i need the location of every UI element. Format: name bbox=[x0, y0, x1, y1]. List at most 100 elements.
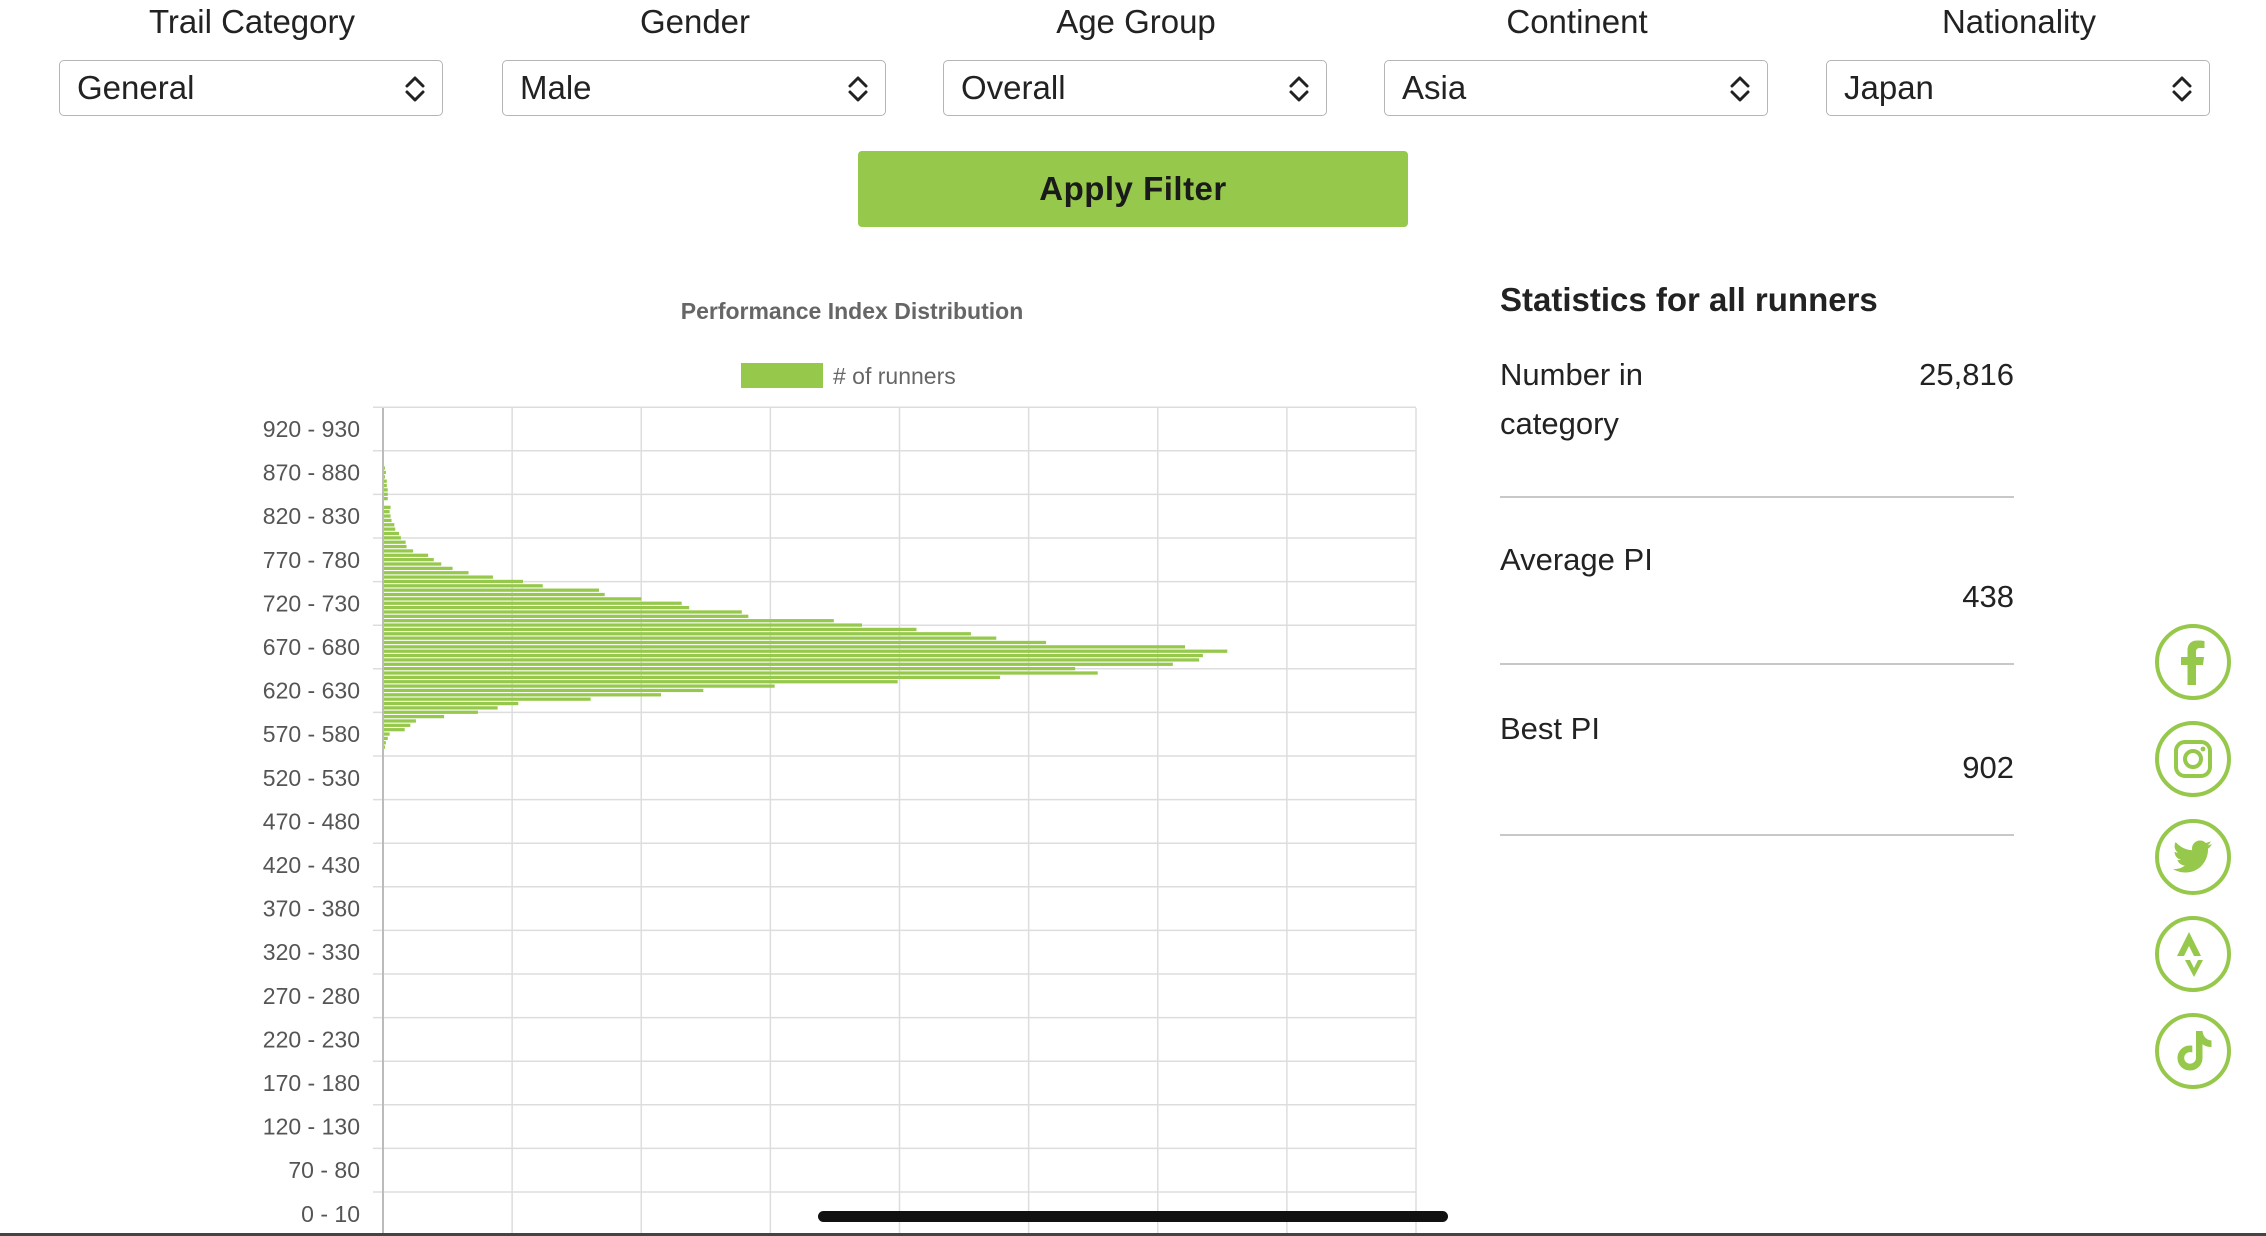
age-group-filter: Age Group Overall bbox=[943, 0, 1329, 116]
chart-title: Performance Index Distribution bbox=[681, 298, 1024, 324]
bar-260-270 bbox=[384, 714, 445, 719]
bar-310-320 bbox=[384, 693, 662, 697]
twitter-icon[interactable] bbox=[2154, 818, 2232, 896]
y-tick-label: 470 - 480 bbox=[263, 808, 360, 834]
bar-710-720 bbox=[384, 518, 392, 523]
bar-810-820 bbox=[384, 475, 385, 479]
statistics-panel: Statistics for all runners Number in cat… bbox=[1500, 275, 2014, 836]
trail-category-select[interactable]: General bbox=[59, 60, 443, 116]
chevron-updown-icon bbox=[405, 76, 425, 102]
bar-700-710 bbox=[384, 523, 395, 527]
bar-240-250 bbox=[384, 723, 411, 727]
bar-190-200 bbox=[384, 745, 385, 749]
bar-730-740 bbox=[384, 510, 390, 514]
apply-filter-button[interactable]: Apply Filter bbox=[858, 151, 1408, 227]
performance-index-chart: Performance Index Distribution # of runne… bbox=[263, 298, 1417, 1236]
instagram-icon[interactable] bbox=[2154, 720, 2232, 798]
stat-label: Average PI bbox=[1500, 542, 1653, 577]
trail-category-value: General bbox=[77, 69, 195, 106]
y-tick-label: 720 - 730 bbox=[263, 590, 360, 616]
chevron-updown-icon bbox=[1730, 76, 1750, 102]
y-tick-label: 0 - 10 bbox=[301, 1201, 360, 1227]
bar-570-580 bbox=[384, 579, 523, 584]
continent-filter: Continent Asia bbox=[1384, 0, 1770, 116]
stat-label: Best PI bbox=[1500, 711, 1600, 746]
bar-780-790 bbox=[384, 488, 388, 492]
bar-420-430 bbox=[384, 645, 1186, 649]
bar-820-830 bbox=[384, 470, 386, 475]
continent-select[interactable]: Asia bbox=[1384, 60, 1768, 116]
y-tick-label: 320 - 330 bbox=[263, 939, 360, 965]
bar-610-620 bbox=[384, 562, 442, 566]
continent-value: Asia bbox=[1402, 69, 1467, 106]
gender-filter: Gender Male bbox=[502, 0, 888, 116]
facebook-icon[interactable] bbox=[2154, 623, 2232, 701]
stat-value: 902 bbox=[1962, 750, 2014, 785]
home-indicator bbox=[818, 1211, 1448, 1222]
bar-560-570 bbox=[384, 584, 543, 588]
nationality-select[interactable]: Japan bbox=[1826, 60, 2210, 116]
bar-670-680 bbox=[384, 536, 401, 540]
bar-390-400 bbox=[384, 658, 1200, 662]
stat-label: Number in category bbox=[1500, 357, 1643, 441]
bar-250-260 bbox=[384, 719, 416, 723]
bar-340-350 bbox=[384, 680, 898, 684]
chevron-updown-icon bbox=[848, 76, 868, 102]
bar-380-390 bbox=[384, 662, 1173, 666]
bar-530-540 bbox=[384, 597, 642, 601]
stat-row-number-in-category: Number in category 25,816 bbox=[1500, 350, 2014, 498]
bar-680-690 bbox=[384, 531, 400, 536]
y-tick-label: 870 - 880 bbox=[263, 460, 360, 486]
bar-370-380 bbox=[384, 667, 1076, 671]
bar-270-280 bbox=[384, 710, 478, 714]
bar-220-230 bbox=[384, 732, 390, 736]
bar-690-700 bbox=[384, 527, 396, 531]
bar-630-640 bbox=[384, 553, 429, 557]
bar-330-340 bbox=[384, 684, 775, 688]
y-tick-label: 770 - 780 bbox=[263, 547, 360, 573]
y-tick-label: 670 - 680 bbox=[263, 634, 360, 660]
bar-740-750 bbox=[384, 505, 391, 509]
legend-swatch bbox=[741, 363, 823, 388]
statistics-title: Statistics for all runners bbox=[1500, 281, 1878, 318]
bar-790-800 bbox=[384, 483, 387, 488]
bar-350-360 bbox=[384, 675, 1001, 679]
bar-460-470 bbox=[384, 627, 917, 632]
bar-230-240 bbox=[384, 728, 405, 732]
bar-430-440 bbox=[384, 640, 1047, 645]
stat-row-average-pi: Average PI 438 bbox=[1500, 535, 2014, 665]
bar-550-560 bbox=[384, 588, 600, 592]
bar-800-810 bbox=[384, 479, 387, 483]
chevron-updown-icon bbox=[2172, 76, 2192, 102]
bar-580-590 bbox=[384, 575, 493, 579]
stat-value: 25,816 bbox=[1919, 357, 2014, 392]
bar-620-630 bbox=[384, 558, 434, 562]
age-group-select[interactable]: Overall bbox=[943, 60, 1327, 116]
strava-icon[interactable] bbox=[2154, 915, 2232, 993]
bar-400-410 bbox=[384, 653, 1203, 658]
legend-label: # of runners bbox=[833, 363, 956, 389]
bar-720-730 bbox=[384, 514, 391, 518]
bar-510-520 bbox=[384, 605, 690, 610]
nationality-value: Japan bbox=[1844, 69, 1934, 106]
y-tick-label: 370 - 380 bbox=[263, 896, 360, 922]
bar-470-480 bbox=[384, 623, 862, 627]
bar-210-220 bbox=[384, 736, 388, 741]
bar-450-460 bbox=[384, 632, 971, 636]
bar-280-290 bbox=[384, 706, 498, 710]
bar-490-500 bbox=[384, 614, 749, 618]
bar-500-510 bbox=[384, 610, 742, 614]
y-tick-label: 920 - 930 bbox=[263, 416, 360, 442]
bar-200-210 bbox=[384, 741, 386, 745]
gender-value: Male bbox=[520, 69, 592, 106]
bar-520-530 bbox=[384, 601, 682, 605]
stat-value: 438 bbox=[1962, 579, 2014, 614]
bar-650-660 bbox=[384, 544, 407, 549]
nationality-filter: Nationality Japan bbox=[1826, 0, 2212, 116]
gender-select[interactable]: Male bbox=[502, 60, 886, 116]
bar-590-600 bbox=[384, 571, 469, 575]
tiktok-icon[interactable] bbox=[2154, 1012, 2232, 1090]
y-tick-label: 120 - 130 bbox=[263, 1114, 360, 1140]
y-tick-label: 620 - 630 bbox=[263, 678, 360, 704]
stat-row-best-pi: Best PI 902 bbox=[1500, 704, 2014, 836]
